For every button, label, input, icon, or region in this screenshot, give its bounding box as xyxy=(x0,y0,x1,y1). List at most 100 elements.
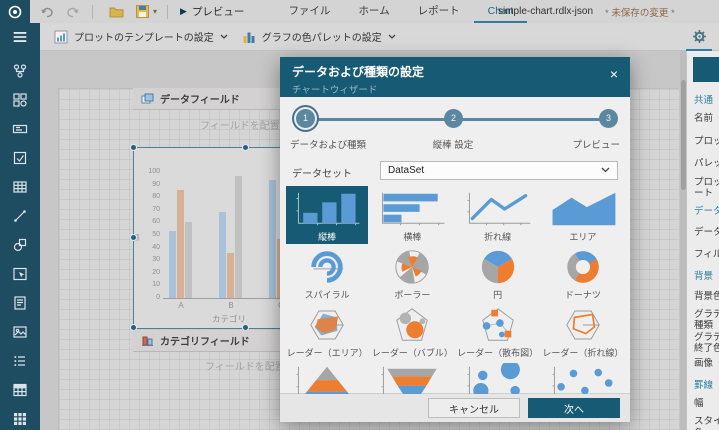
open-file-icon[interactable] xyxy=(107,4,125,20)
radar-line-icon xyxy=(543,305,623,345)
chart-type-radar-line[interactable]: レーダー（折れ線） xyxy=(542,302,624,360)
chart-ribbon: プロットのテンプレートの設定 グラフの色パレットの設定 xyxy=(40,23,719,51)
wizard-step-2[interactable]: 2 xyxy=(444,109,463,128)
dataset-select[interactable]: DataSet xyxy=(380,161,618,180)
chart-type-scatter[interactable] xyxy=(542,360,624,394)
chart-type-radar-area[interactable]: レーダー（エリア） xyxy=(286,302,368,360)
container-icon xyxy=(12,266,28,282)
chart-type-bubble[interactable] xyxy=(457,360,539,394)
properties-panel: 共通名前プロッパレップロッ ートデータデータフィル背景背景色グラデ 種類グラデ … xyxy=(686,50,719,430)
layout-icon xyxy=(12,92,28,108)
color-palette-dropdown[interactable]: グラフの色パレットの設定 xyxy=(242,29,396,44)
category-field-title: カテゴリフィールド xyxy=(160,333,250,348)
save-icon[interactable] xyxy=(133,4,151,20)
chart-type-grid: 縦棒横棒折れ線エリアスパイラル ポーラー 円 ドーナツレーダー（エリア） レーダー（バブ… xyxy=(286,186,624,394)
sidebar-tool-shape[interactable] xyxy=(9,237,31,253)
chart-type-area[interactable]: エリア xyxy=(542,186,624,244)
palette-icon xyxy=(242,30,256,44)
selection-handle[interactable] xyxy=(130,144,137,151)
wizard-step-1[interactable]: 1 xyxy=(296,109,315,128)
sidebar-tool-container[interactable] xyxy=(9,266,31,282)
undo-icon[interactable] xyxy=(38,4,56,20)
main-menu: ファイルホームレポートChart xyxy=(274,0,527,23)
selection-handle[interactable] xyxy=(130,234,137,241)
hamburger-icon xyxy=(11,28,29,46)
chart-type-label: 円 xyxy=(493,288,502,301)
sidebar-tool-line[interactable] xyxy=(9,208,31,224)
sidebar-tool-subreport[interactable] xyxy=(9,295,31,311)
y-axis-tick-label: 30 xyxy=(138,256,160,263)
property-label: スタイ xyxy=(694,416,719,427)
wizard-step-3[interactable]: 3 xyxy=(599,109,618,128)
chart-type-donut[interactable]: ドーナツ xyxy=(542,244,624,302)
menu-tab-ホーム[interactable]: ホーム xyxy=(344,0,403,23)
file-name: simple-chart.rdlx-json xyxy=(498,6,593,17)
chart-wizard-dialog: データおよび種類の設定 チャートウィザード × 1データおよび種類2縦棒 設定3… xyxy=(280,57,630,422)
redo-icon[interactable] xyxy=(64,4,82,20)
chart-type-pie[interactable]: 円 xyxy=(457,244,539,302)
selection-handle[interactable] xyxy=(242,144,249,151)
menu-tab-レポート[interactable]: レポート xyxy=(404,0,474,23)
property-label: 画像 xyxy=(694,358,719,369)
chart-type-label: スパイラル xyxy=(305,288,350,301)
bar-series-orange-B xyxy=(227,253,234,298)
chart-type-pyramid[interactable] xyxy=(286,360,368,394)
toolbar-separator xyxy=(92,5,93,19)
polar-icon xyxy=(372,247,452,287)
x-axis-tick-label: A xyxy=(171,301,191,310)
sidebar-tool-matrix[interactable] xyxy=(9,411,31,427)
property-label: 背景色 xyxy=(694,291,719,302)
bar-series-blue-A xyxy=(169,231,176,298)
chart-type-label: レーダー（散布図） xyxy=(457,346,538,359)
menu-tab-ファイル[interactable]: ファイル xyxy=(274,0,344,23)
chart-type-column[interactable]: 縦棒 xyxy=(286,186,368,244)
property-section-header[interactable]: 背景 xyxy=(694,271,719,282)
toolbar-separator xyxy=(167,5,168,19)
close-icon[interactable]: × xyxy=(610,67,618,81)
chevron-down-icon xyxy=(388,34,396,39)
chart-type-line[interactable]: 折れ線 xyxy=(457,186,539,244)
preview-label: プレビュー xyxy=(192,4,245,19)
dialog-subtitle: チャートウィザード xyxy=(292,82,618,96)
matrix-icon xyxy=(12,411,28,427)
chart-type-radar-scatter[interactable]: レーダー（散布図） xyxy=(457,302,539,360)
org-chart-icon xyxy=(12,63,28,79)
y-axis-tick-label: 70 xyxy=(138,206,160,213)
sidebar-menu-button[interactable] xyxy=(0,23,40,50)
checkbox-icon xyxy=(12,150,28,166)
next-button[interactable]: 次へ xyxy=(528,398,620,418)
property-label: パレッ xyxy=(694,158,719,169)
chart-type-polar[interactable]: ポーラー xyxy=(371,244,453,302)
property-section-header[interactable]: データ xyxy=(694,206,719,217)
chart-type-label: レーダー（バブル） xyxy=(372,346,453,359)
cancel-button[interactable]: キャンセル xyxy=(428,398,520,418)
sidebar-tool-checkbox[interactable] xyxy=(9,150,31,166)
sidebar-tool-layout[interactable] xyxy=(9,92,31,108)
sidebar-tool-textbox[interactable] xyxy=(9,121,31,137)
save-menu-caret-icon[interactable]: ▾ xyxy=(153,7,157,16)
sidebar-tool-list[interactable] xyxy=(9,353,31,369)
dataset-value: DataSet xyxy=(388,165,424,176)
radar-scatter-icon xyxy=(458,305,538,345)
chart-type-radar-bubble[interactable]: レーダー（バブル） xyxy=(371,302,453,360)
chart-type-funnel[interactable] xyxy=(371,360,453,394)
app-logo[interactable] xyxy=(0,0,30,23)
sidebar-tool-image[interactable] xyxy=(9,324,31,340)
list-icon xyxy=(12,353,28,369)
sidebar-tool-table[interactable] xyxy=(9,179,31,195)
property-section-header[interactable]: 罫線 xyxy=(694,380,719,391)
chart-type-spiral[interactable]: スパイラル xyxy=(286,244,368,302)
chevron-down-icon xyxy=(601,167,610,173)
pyramid-icon xyxy=(287,363,367,394)
plot-template-dropdown[interactable]: プロットのテンプレートの設定 xyxy=(54,29,228,44)
preview-button[interactable]: ▶ プレビュー xyxy=(180,4,244,19)
property-section-header[interactable]: 共通 xyxy=(694,95,719,106)
chart-type-bar[interactable]: 横棒 xyxy=(371,186,453,244)
x-axis-title: カテゴリ xyxy=(189,313,269,325)
chart-type-label: ポーラー xyxy=(394,288,430,301)
properties-gear-icon[interactable] xyxy=(688,26,710,48)
fill-color-swatch[interactable] xyxy=(693,57,719,82)
y-axis-tick-label: 60 xyxy=(138,218,160,225)
sidebar-tool-org-chart[interactable] xyxy=(9,63,31,79)
sidebar-tool-tablix[interactable] xyxy=(9,382,31,398)
